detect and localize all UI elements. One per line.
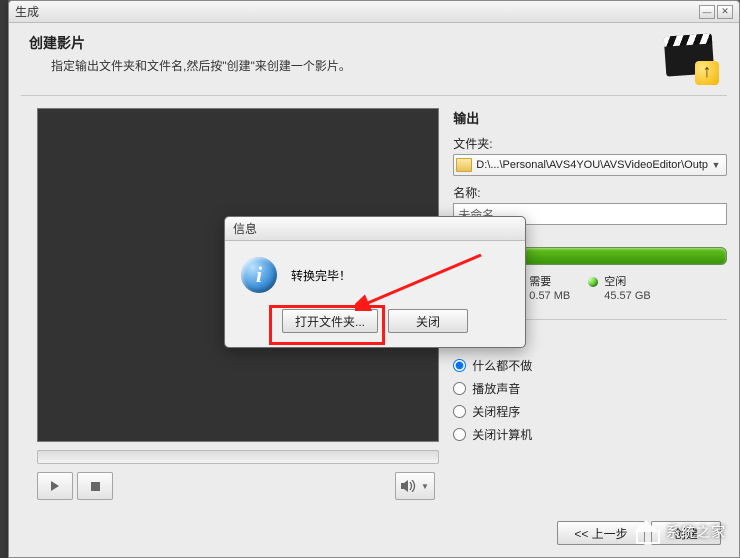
close-window-button[interactable]: ✕ bbox=[717, 5, 733, 19]
minimize-button[interactable]: — bbox=[699, 5, 715, 19]
free-value: 45.57 GB bbox=[604, 289, 650, 303]
play-button[interactable] bbox=[37, 472, 73, 500]
stop-button[interactable] bbox=[77, 472, 113, 500]
need-label: 需要 bbox=[529, 275, 570, 289]
radio-sound-input[interactable] bbox=[453, 382, 466, 395]
modal-title: 信息 bbox=[225, 217, 525, 241]
radio-shutdown[interactable]: 关闭计算机 bbox=[453, 426, 727, 443]
watermark-icon bbox=[632, 520, 660, 544]
free-label: 空闲 bbox=[604, 275, 650, 289]
radio-nothing[interactable]: 什么都不做 bbox=[453, 357, 727, 374]
modal-message: 转换完毕！ bbox=[291, 267, 351, 284]
clapperboard-icon bbox=[665, 31, 717, 83]
radio-shutdown-input[interactable] bbox=[453, 428, 466, 441]
dot-green-icon bbox=[588, 277, 598, 287]
open-folder-button[interactable]: 打开文件夹... bbox=[282, 309, 378, 333]
output-section-title: 输出 bbox=[453, 108, 727, 127]
radio-exit-input[interactable] bbox=[453, 405, 466, 418]
titlebar: 生成 — ✕ bbox=[9, 1, 739, 23]
window-title: 生成 bbox=[15, 3, 39, 20]
volume-button[interactable]: ▼ bbox=[395, 472, 435, 500]
folder-path: D:\...\Personal\AVS4YOU\AVSVideoEditor\O… bbox=[476, 159, 708, 171]
radio-nothing-input[interactable] bbox=[453, 359, 466, 372]
close-button[interactable]: 关闭 bbox=[388, 309, 468, 333]
info-icon: i bbox=[241, 257, 277, 293]
radio-exit[interactable]: 关闭程序 bbox=[453, 403, 727, 420]
folder-label: 文件夹: bbox=[453, 135, 727, 152]
folder-combo[interactable]: D:\...\Personal\AVS4YOU\AVSVideoEditor\O… bbox=[453, 154, 727, 176]
header-title: 创建影片 bbox=[29, 33, 723, 53]
seek-bar[interactable] bbox=[37, 450, 439, 464]
folder-icon bbox=[456, 158, 472, 172]
header: 创建影片 指定输出文件夹和文件名,然后按"创建"来创建一个影片。 bbox=[9, 23, 739, 95]
name-label: 名称: bbox=[453, 184, 727, 201]
chevron-down-icon[interactable]: ▼ bbox=[708, 160, 724, 170]
need-value: 0.57 MB bbox=[529, 289, 570, 303]
watermark-text: 系统之家 bbox=[666, 522, 726, 542]
info-modal: 信息 i 转换完毕！ 打开文件夹... 关闭 bbox=[224, 216, 526, 348]
watermark: 系统之家 bbox=[632, 520, 726, 544]
radio-sound[interactable]: 播放声音 bbox=[453, 380, 727, 397]
header-subtitle: 指定输出文件夹和文件名,然后按"创建"来创建一个影片。 bbox=[51, 57, 723, 74]
